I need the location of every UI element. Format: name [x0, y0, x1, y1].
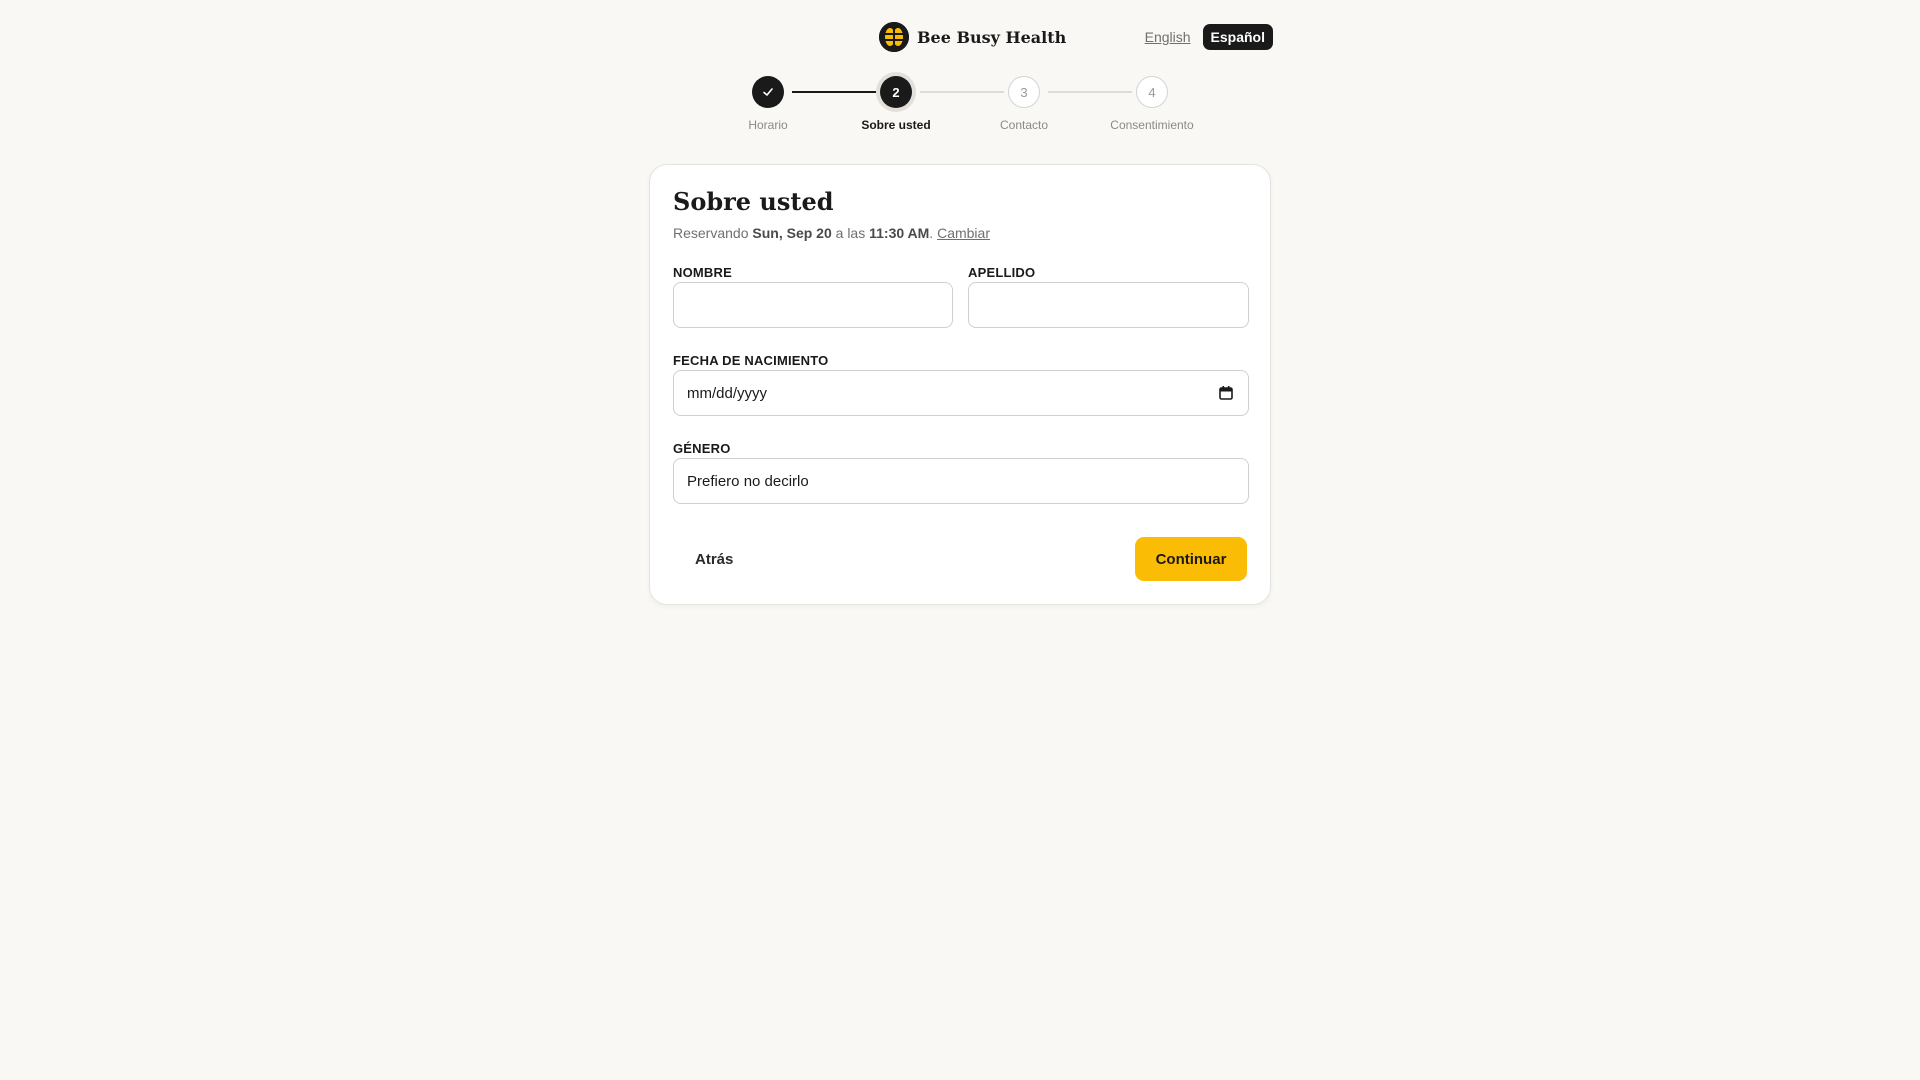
page-title: Sobre usted — [673, 187, 834, 216]
about-you-card: Sobre usted Reservando Sun, Sep 20 a las… — [649, 164, 1271, 605]
progress-stepper: Horario 2 Sobre usted 3 Contacto 4 Conse… — [704, 76, 1216, 136]
step-connector-2 — [920, 91, 1004, 93]
dob-label: FECHA DE NACIMIENTO — [673, 353, 829, 368]
top-bar: Bee Busy Health English Español — [0, 0, 1920, 76]
booking-mid: a las — [835, 225, 866, 241]
dob-placeholder: mm/dd/yyyy — [687, 384, 768, 402]
language-english-link[interactable]: English — [1145, 29, 1191, 45]
last-name-label: APELLIDO — [968, 265, 1036, 280]
step-label: Sobre usted — [861, 118, 931, 132]
last-name-input[interactable] — [968, 282, 1249, 328]
step-label: Horario — [748, 118, 788, 132]
language-switcher: English Español — [1145, 24, 1273, 50]
step-connector-1 — [792, 91, 876, 93]
booking-prefix: Reservando — [673, 225, 749, 241]
calendar-icon[interactable] — [1218, 385, 1234, 401]
step-number: 2 — [880, 76, 912, 108]
step-number: 4 — [1136, 76, 1168, 108]
step-label: Consentimiento — [1110, 118, 1194, 132]
step-connector-3 — [1048, 91, 1132, 93]
booking-time: 11:30 AM — [869, 225, 930, 241]
first-name-input[interactable] — [673, 282, 953, 328]
first-name-label: NOMBRE — [673, 265, 732, 280]
step-label: Contacto — [999, 118, 1049, 132]
dob-input[interactable]: mm/dd/yyyy — [673, 370, 1249, 416]
booking-date: Sun, Sep 20 — [752, 225, 832, 241]
checkmark-icon — [752, 76, 784, 108]
gender-label: GÉNERO — [673, 441, 731, 456]
booking-period: . — [929, 225, 934, 241]
step-number: 3 — [1008, 76, 1040, 108]
language-spanish-button[interactable]: Español — [1202, 24, 1273, 50]
bee-logo-icon — [879, 22, 909, 52]
gender-select[interactable]: Prefiero no decirlo — [673, 458, 1249, 504]
back-button[interactable]: Atrás — [673, 537, 755, 581]
continue-button[interactable]: Continuar — [1135, 537, 1247, 581]
brand-name: Bee Busy Health — [917, 27, 1067, 47]
brand[interactable]: Bee Busy Health — [879, 22, 1066, 52]
change-booking-link[interactable]: Cambiar — [937, 225, 990, 241]
booking-summary: Reservando Sun, Sep 20 a las 11:30 AM. C… — [673, 225, 990, 241]
